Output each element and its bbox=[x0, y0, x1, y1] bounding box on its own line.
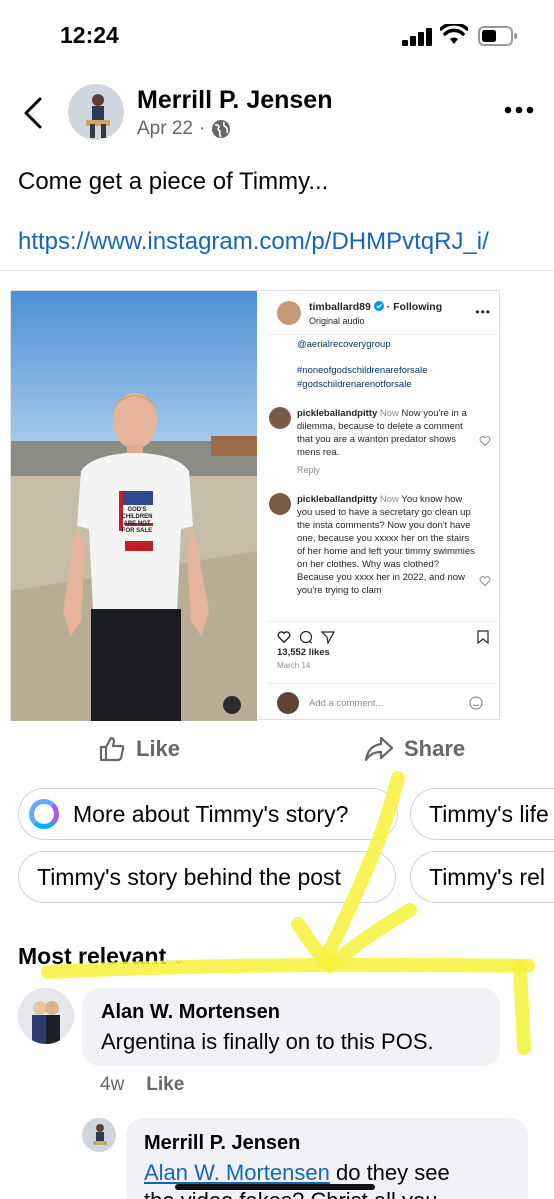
post-meta: Apr 22 · bbox=[137, 118, 231, 140]
ig-audio[interactable]: Original audio bbox=[309, 316, 365, 326]
ig-more-icon[interactable]: ••• bbox=[475, 305, 491, 319]
ig-header: timballard89 · Following Original audio … bbox=[267, 291, 501, 335]
status-bar: 12:24 bbox=[0, 0, 554, 70]
cellular-signal-icon bbox=[402, 28, 434, 46]
home-indicator[interactable] bbox=[175, 1184, 375, 1190]
heart-icon[interactable] bbox=[277, 630, 291, 644]
share-icon bbox=[364, 736, 394, 762]
reply-author[interactable]: Merrill P. Jensen bbox=[144, 1132, 300, 1155]
battery-icon bbox=[478, 26, 517, 46]
emoji-icon[interactable] bbox=[469, 696, 483, 710]
more-options-icon[interactable] bbox=[504, 105, 534, 115]
comment-like-button[interactable]: Like bbox=[146, 1074, 184, 1095]
ig-mention[interactable]: @aerialrecoverygroup bbox=[297, 339, 391, 350]
author-name[interactable]: Merrill P. Jensen bbox=[137, 86, 332, 115]
ig-comment-text: You know how you used to have a secretar… bbox=[297, 494, 475, 596]
ig-hashtag[interactable]: #noneofgodschildrenareforsale bbox=[297, 365, 427, 376]
chip-label: More about Timmy's story? bbox=[73, 800, 349, 827]
reply-mention[interactable]: Alan W. Mortensen bbox=[144, 1160, 330, 1185]
ig-date: March 14 bbox=[277, 661, 311, 670]
share-label: Share bbox=[404, 736, 466, 761]
wifi-icon bbox=[440, 24, 468, 44]
ig-avatar bbox=[277, 692, 299, 714]
ig-comment-user[interactable]: pickleballandpitty bbox=[297, 408, 377, 419]
ig-commenter-avatar[interactable] bbox=[269, 407, 291, 429]
heart-icon[interactable] bbox=[479, 575, 491, 587]
post-text: Come get a piece of Timmy... bbox=[18, 168, 329, 195]
chip-label: Timmy's story behind the post bbox=[37, 863, 341, 890]
chevron-down-icon: ⌄ bbox=[172, 951, 185, 968]
post-link[interactable]: https://www.instagram.com/p/DHMPvtqRJ_i/ bbox=[18, 228, 489, 256]
ig-comment-user[interactable]: pickleballandpitty bbox=[297, 494, 377, 505]
comment-author[interactable]: Alan W. Mortensen bbox=[101, 1001, 280, 1024]
ig-following[interactable]: Following bbox=[393, 301, 442, 313]
reply-text: Alan W. Mortensen do they see bbox=[144, 1160, 514, 1186]
back-icon[interactable] bbox=[20, 95, 48, 131]
status-time: 12:24 bbox=[60, 22, 119, 48]
shirt-text: GOD'S CHILDREN ARE NOT FOR SALE bbox=[121, 507, 153, 534]
meta-ai-chip[interactable]: More about Timmy's story? bbox=[18, 788, 398, 840]
bookmark-icon[interactable] bbox=[477, 630, 489, 644]
suggestion-chip[interactable]: Timmy's rel bbox=[410, 851, 554, 903]
post-image[interactable]: GOD'S CHILDREN ARE NOT FOR SALE timballa… bbox=[10, 290, 501, 721]
like-button[interactable]: Like bbox=[98, 733, 180, 765]
sort-label: Most relevant bbox=[18, 943, 167, 969]
comment-text: Argentina is finally on to this POS. bbox=[101, 1029, 434, 1054]
meta-ai-icon bbox=[29, 799, 59, 829]
ig-comment-time: Now bbox=[379, 408, 399, 419]
suggestion-chip[interactable]: Timmy's life bbox=[410, 788, 554, 840]
ig-likes[interactable]: 13,552 likes bbox=[277, 647, 330, 658]
ig-username[interactable]: timballard89 bbox=[309, 301, 371, 313]
commenter-avatar[interactable] bbox=[18, 988, 74, 1044]
comment-icon[interactable] bbox=[299, 630, 313, 644]
chip-label: Timmy's rel bbox=[429, 863, 545, 890]
verified-icon bbox=[373, 301, 384, 311]
thumbs-up-icon bbox=[99, 736, 125, 762]
instagram-panel: timballard89 · Following Original audio … bbox=[267, 291, 501, 721]
author-avatar[interactable] bbox=[68, 84, 124, 140]
ig-hashtag[interactable]: #godschildrenarenotforsale bbox=[297, 379, 412, 390]
sort-dropdown[interactable]: Most relevant ⌄ bbox=[18, 943, 185, 970]
ig-avatar[interactable] bbox=[277, 301, 301, 325]
ig-add-comment-placeholder: Add a comment... bbox=[309, 698, 384, 709]
meta-separator: · bbox=[198, 118, 206, 139]
comment-age: 4w bbox=[100, 1074, 125, 1095]
suggestion-chip[interactable]: Timmy's story behind the post bbox=[18, 851, 396, 903]
share-button[interactable]: Share bbox=[364, 733, 465, 765]
send-icon[interactable] bbox=[321, 630, 335, 644]
globe-icon bbox=[212, 120, 231, 138]
reply-text-body: do they see bbox=[329, 1160, 450, 1185]
ig-add-comment[interactable]: Add a comment... bbox=[267, 683, 501, 721]
like-label: Like bbox=[136, 736, 181, 761]
divider bbox=[0, 270, 554, 271]
ig-commenter-avatar[interactable] bbox=[269, 493, 291, 515]
video-frame[interactable]: GOD'S CHILDREN ARE NOT FOR SALE bbox=[11, 291, 257, 721]
ig-comment-time: Now bbox=[379, 494, 399, 505]
heart-icon[interactable] bbox=[479, 435, 491, 447]
ig-reply-link[interactable]: Reply bbox=[297, 465, 320, 475]
post-date[interactable]: Apr 22 bbox=[137, 118, 193, 140]
comment-meta: 4w Like bbox=[100, 1074, 184, 1096]
commenter-avatar[interactable] bbox=[82, 1118, 116, 1152]
chip-label: Timmy's life bbox=[429, 800, 549, 827]
